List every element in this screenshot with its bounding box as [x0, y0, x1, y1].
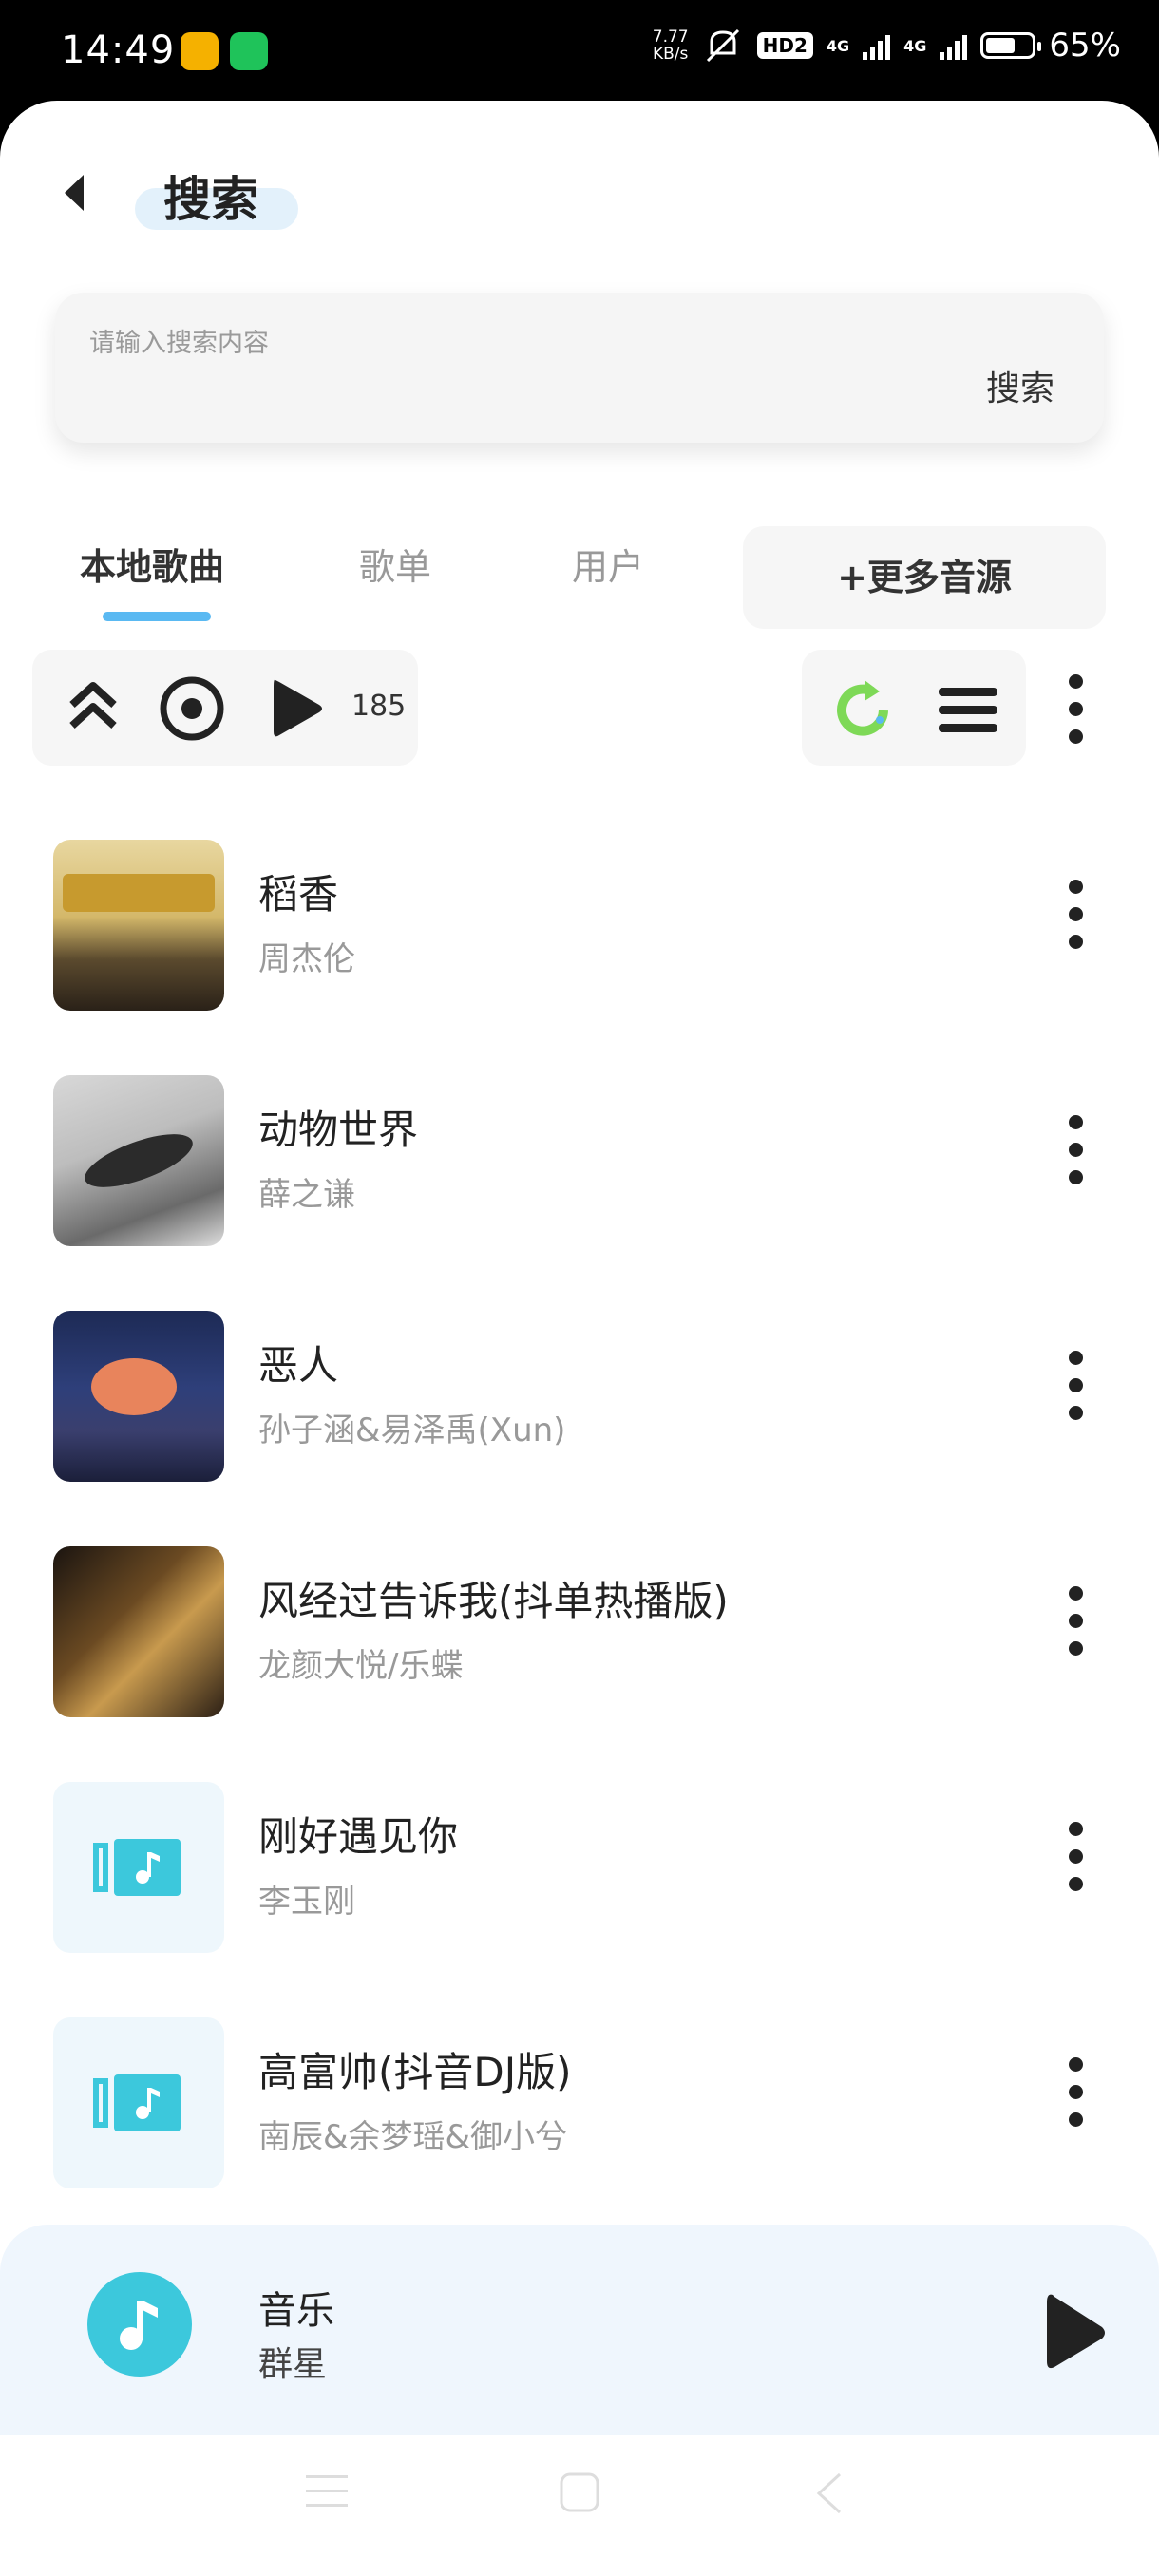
page-title: 搜索 — [163, 172, 258, 227]
collapse-up-icon[interactable] — [66, 680, 120, 733]
search-card: 搜索 — [55, 293, 1104, 443]
now-playing-artist: 群星 — [258, 2345, 328, 2384]
song-more-icon[interactable] — [1068, 1351, 1083, 1420]
more-sources-button[interactable]: +更多音源 — [743, 526, 1106, 629]
mute-icon — [706, 28, 739, 63]
song-title: 刚好遇见你 — [258, 1813, 459, 1860]
mini-player[interactable]: 音乐 群星 — [0, 2225, 1159, 2435]
album-cover — [53, 840, 224, 1011]
wechat-app-icon — [230, 32, 268, 70]
song-title: 稻香 — [258, 871, 339, 918]
song-more-icon[interactable] — [1068, 1822, 1083, 1891]
song-more-icon[interactable] — [1068, 880, 1083, 949]
song-artist: 南辰&余梦瑶&御小兮 — [258, 2118, 568, 2156]
song-title: 风经过告诉我(抖单热播版) — [258, 1578, 729, 1624]
placeholder-cover — [53, 1782, 224, 1953]
back-nav-icon[interactable] — [815, 2472, 844, 2515]
album-cover — [53, 1546, 224, 1717]
back-arrow-icon[interactable] — [59, 169, 93, 217]
song-more-icon[interactable] — [1068, 1115, 1083, 1184]
system-nav-bar — [0, 2435, 1159, 2576]
locate-target-icon[interactable] — [158, 674, 226, 743]
song-row[interactable]: 刚好遇见你 李玉刚 — [0, 1763, 1159, 1972]
song-row[interactable]: 恶人 孙子涵&易泽禹(Xun) — [0, 1292, 1159, 1501]
status-bar: 14:49 7.77 KB/s HD2 4G 4G 65% — [0, 0, 1159, 104]
tab-local-songs[interactable]: 本地歌曲 — [80, 538, 224, 590]
tab-users[interactable]: 用户 — [572, 538, 644, 590]
song-more-icon[interactable] — [1068, 2057, 1083, 2127]
refresh-icon[interactable] — [830, 678, 895, 743]
song-artist: 龙颜大悦/乐蝶 — [258, 1647, 464, 1685]
song-title: 高富帅(抖音DJ版) — [258, 2049, 572, 2095]
status-time: 14:49 — [61, 28, 176, 72]
song-row[interactable]: 风经过告诉我(抖单热播版) 龙颜大悦/乐蝶 — [0, 1527, 1159, 1736]
placeholder-cover — [53, 2017, 224, 2188]
song-title: 恶人 — [258, 1342, 339, 1389]
song-count: 185 — [352, 690, 407, 723]
menu-list-icon[interactable] — [937, 684, 999, 737]
signal-icon-1 — [863, 31, 891, 60]
search-button[interactable]: 搜索 — [986, 361, 1054, 410]
album-cover — [53, 1075, 224, 1246]
song-artist: 李玉刚 — [258, 1883, 355, 1921]
network-type-2: 4G — [903, 36, 927, 55]
toolbar-more-icon[interactable] — [1068, 674, 1083, 744]
tab-indicator — [103, 612, 211, 621]
play-icon[interactable] — [1041, 2289, 1110, 2375]
search-input[interactable] — [87, 323, 813, 363]
network-type-1: 4G — [826, 36, 850, 55]
now-playing-title: 音乐 — [258, 2289, 334, 2333]
battery-percent: 65% — [1049, 27, 1121, 65]
song-title: 动物世界 — [258, 1107, 419, 1153]
song-artist: 孙子涵&易泽禹(Xun) — [258, 1411, 566, 1449]
now-playing-disc — [87, 2272, 192, 2377]
song-artist: 薛之谦 — [258, 1176, 355, 1214]
song-more-icon[interactable] — [1068, 1586, 1083, 1656]
status-indicators: 7.77 KB/s HD2 4G 4G 65% — [653, 27, 1121, 65]
music-file-icon — [93, 1839, 180, 1896]
net-speed: 7.77 KB/s — [652, 28, 689, 64]
album-cover — [53, 1311, 224, 1482]
music-file-icon — [93, 2074, 180, 2131]
play-all-icon[interactable] — [266, 674, 327, 743]
mail-app-icon — [180, 32, 218, 70]
hd-badge: HD2 — [756, 32, 813, 59]
music-note-icon — [120, 2301, 158, 2350]
song-row[interactable]: 高富帅(抖音DJ版) 南辰&余梦瑶&御小兮 — [0, 1998, 1159, 2207]
battery-icon — [980, 32, 1042, 59]
menu-nav-icon[interactable] — [306, 2473, 348, 2510]
tab-playlists[interactable]: 歌单 — [359, 538, 431, 590]
home-nav-icon[interactable] — [559, 2472, 600, 2513]
song-row[interactable]: 动物世界 薛之谦 — [0, 1056, 1159, 1265]
song-row[interactable]: 稻香 周杰伦 — [0, 821, 1159, 1030]
song-artist: 周杰伦 — [258, 940, 355, 978]
signal-icon-2 — [940, 31, 968, 60]
search-page: 搜索 搜索 本地歌曲 歌单 用户 +更多音源 185 稻香 周杰伦 — [0, 101, 1159, 2576]
